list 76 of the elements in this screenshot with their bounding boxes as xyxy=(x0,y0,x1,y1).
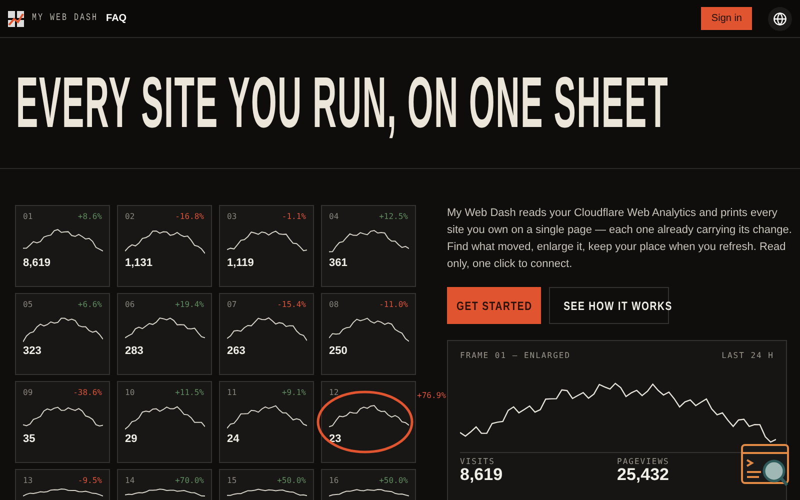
site-number: 03 xyxy=(227,212,237,221)
site-card[interactable]: 16 +50.0% xyxy=(321,469,416,500)
visit-count: 1,131 xyxy=(125,257,154,269)
change-percent: -1.1% xyxy=(282,212,306,221)
stat-value: 25,432 xyxy=(617,466,670,484)
change-percent: +19.4% xyxy=(175,300,204,309)
visit-count: 23 xyxy=(329,433,342,445)
site-number: 10 xyxy=(125,388,135,397)
site-card[interactable]: 06 +19.4% 283 xyxy=(117,293,212,375)
site-card[interactable]: 05 +6.6% 323 xyxy=(15,293,110,375)
site-number: 14 xyxy=(125,476,135,485)
get-started-button[interactable]: GET STARTED xyxy=(447,287,541,324)
visit-count: 263 xyxy=(227,345,246,357)
how-it-works-button[interactable]: SEE HOW IT WORKS xyxy=(549,287,669,324)
site-number: 08 xyxy=(329,300,339,309)
visit-count: 323 xyxy=(23,345,42,357)
stat-value: 8,619 xyxy=(460,466,504,484)
change-percent: +76.9% xyxy=(417,391,446,400)
site-card[interactable]: 02 -16.8% 1,131 xyxy=(117,205,212,287)
sign-in-button[interactable]: Sign in xyxy=(701,7,752,30)
site-card[interactable]: 13 -9.5% xyxy=(15,469,110,500)
visit-count: 35 xyxy=(23,433,36,445)
site-card[interactable]: 04 +12.5% 361 xyxy=(321,205,416,287)
site-number: 06 xyxy=(125,300,135,309)
change-percent: +70.0% xyxy=(175,476,204,485)
frame-title: FRAME 01 — ENLARGED xyxy=(460,351,571,360)
time-range: LAST 24 H xyxy=(722,351,774,360)
site-number: 09 xyxy=(23,388,33,397)
stat-label: PAGEVIEWS xyxy=(617,457,670,466)
site-number: 07 xyxy=(227,300,237,309)
visit-count: 8,619 xyxy=(23,257,52,269)
visit-count: 250 xyxy=(329,345,348,357)
site-card[interactable]: 03 -1.1% 1,119 xyxy=(219,205,314,287)
visit-count: 1,119 xyxy=(227,257,255,269)
site-number: 12 xyxy=(329,388,339,397)
visit-count: 283 xyxy=(125,345,144,357)
intro-paragraph: My Web Dash reads your Cloudflare Web Analytics and prints every site you own on a single page — each one already carrying its change. Find what moved, enlarge it, keep your place when you refresh. Read only, one click to connect. xyxy=(447,206,792,272)
change-percent: +50.0% xyxy=(277,476,306,485)
change-percent: +9.1% xyxy=(282,388,306,397)
visit-count: 29 xyxy=(125,433,138,445)
hero-title: EVERY SITE YOU RUN, ON ONE SHEET xyxy=(16,62,669,144)
site-card[interactable]: 01 +8.6% 8,619 xyxy=(15,205,110,287)
change-percent: -9.5% xyxy=(78,476,102,485)
site-number: 02 xyxy=(125,212,135,221)
site-number: 16 xyxy=(329,476,339,485)
globe-icon xyxy=(773,12,787,26)
site-card[interactable]: 10 +11.5% 29 xyxy=(117,381,212,463)
site-number: 01 xyxy=(23,212,33,221)
nav-link[interactable]: FAQ xyxy=(106,13,127,24)
stat-label: VISITS xyxy=(460,457,496,466)
site-number: 15 xyxy=(227,476,237,485)
change-percent: +50.0% xyxy=(379,476,408,485)
site-card[interactable]: 12 23 xyxy=(321,381,416,463)
site-number: 04 xyxy=(329,212,339,221)
site-card[interactable]: 14 +70.0% xyxy=(117,469,212,500)
site-card[interactable]: 09 -38.6% 35 xyxy=(15,381,110,463)
visit-count: 24 xyxy=(227,433,240,445)
site-card[interactable]: 11 +9.1% 24 xyxy=(219,381,314,463)
language-button[interactable] xyxy=(768,6,792,30)
change-percent: -38.6% xyxy=(73,388,102,397)
change-percent: +6.6% xyxy=(78,300,102,309)
change-percent: +11.5% xyxy=(175,388,204,397)
change-percent: +12.5% xyxy=(379,212,408,221)
logo-icon xyxy=(8,10,24,26)
change-percent: +8.6% xyxy=(78,212,102,221)
site-number: 11 xyxy=(227,388,237,397)
site-card[interactable]: 08 -11.0% 250 xyxy=(321,293,416,375)
site-card[interactable]: 07 -15.4% 263 xyxy=(219,293,314,375)
visit-count: 361 xyxy=(329,257,348,269)
site-card[interactable]: 15 +50.0% xyxy=(219,469,314,500)
site-number: 05 xyxy=(23,300,33,309)
site-number: 13 xyxy=(23,476,33,485)
change-percent: -15.4% xyxy=(277,300,306,309)
change-percent: -11.0% xyxy=(379,300,408,309)
brand-name: MY WEB DASH xyxy=(32,13,98,24)
change-percent: -16.8% xyxy=(175,212,204,221)
